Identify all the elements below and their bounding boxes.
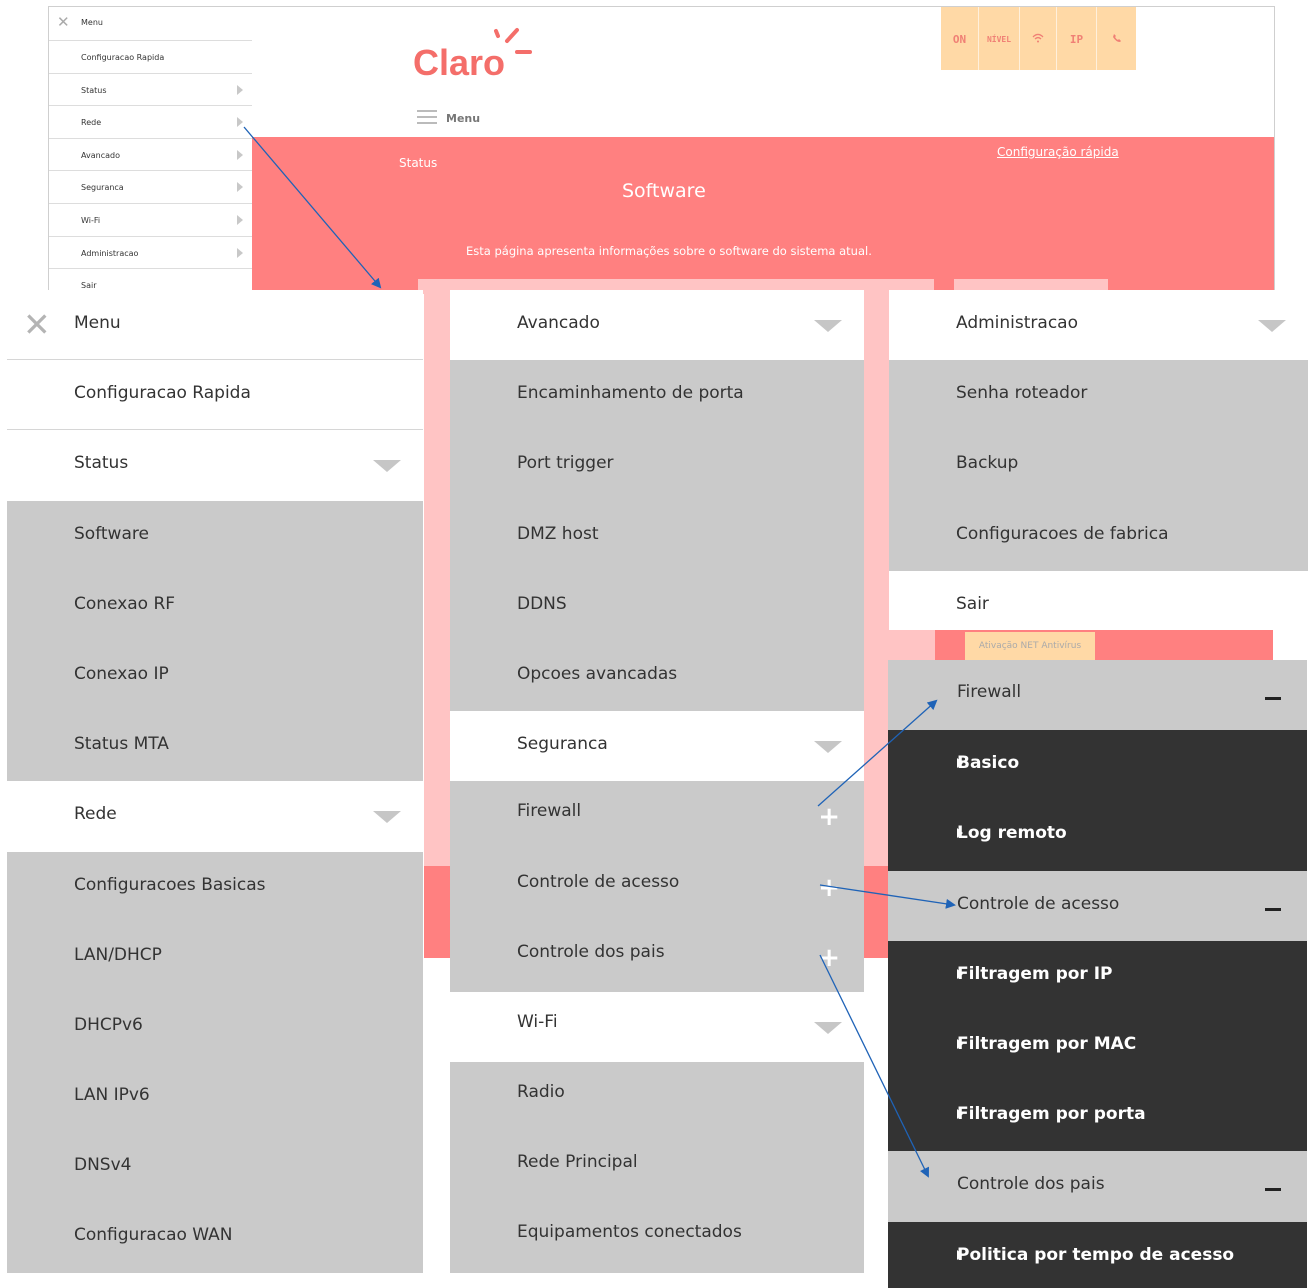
mini-menu-item-avancado[interactable]: Avancado: [49, 139, 252, 172]
plus-icon[interactable]: +: [818, 943, 840, 973]
menu-item-software[interactable]: Software: [7, 500, 423, 571]
menu-column-3: Administracao Senha roteador Backup Conf…: [889, 290, 1308, 630]
menu-item-sair[interactable]: Sair: [889, 570, 1308, 630]
menu-section-administracao[interactable]: Administracao: [889, 290, 1308, 361]
mini-menu-item-configuracao-rapida[interactable]: Configuracao Rapida: [49, 41, 252, 74]
breadcrumb[interactable]: Status: [399, 156, 437, 170]
hamburger-icon[interactable]: [417, 110, 437, 124]
menu-header: ✕ Menu: [7, 290, 423, 361]
chevron-right-icon: [237, 182, 243, 193]
page-description: Esta página apresenta informações sobre …: [466, 244, 872, 258]
menu-column-2: Avancado Encaminhamento de porta Port tr…: [450, 290, 864, 1273]
submenu-item-filtragem-por-mac[interactable]: Filtragem por MAC: [888, 1010, 1307, 1082]
menu-section-avancado[interactable]: Avancado: [450, 290, 864, 361]
submenu-item-filtragem-por-ip[interactable]: Filtragem por IP: [888, 940, 1307, 1011]
mini-menu-header: ✕ Menu: [49, 7, 252, 41]
security-submenu-expanded: Firewall Basico Log remoto Controle de a…: [888, 660, 1307, 1288]
menu-item-configuracao-rapida[interactable]: Configuracao Rapida: [7, 360, 423, 431]
mini-side-menu: ✕ Menu Configuracao Rapida Status Rede A…: [49, 7, 252, 294]
submenu-item-basico[interactable]: Basico: [888, 730, 1307, 801]
page-banner: Status Configuração rápida Software Esta…: [252, 137, 1274, 294]
plus-icon[interactable]: +: [818, 873, 840, 903]
menu-label[interactable]: Menu: [446, 112, 480, 125]
mini-menu-item-administracao[interactable]: Administracao: [49, 237, 252, 270]
chevron-down-icon: [814, 320, 842, 332]
menu-item-port-trigger[interactable]: Port trigger: [450, 430, 864, 501]
menu-item-rede-principal[interactable]: Rede Principal: [450, 1132, 864, 1203]
menu-item-backup[interactable]: Backup: [889, 430, 1308, 501]
plus-icon[interactable]: +: [818, 802, 840, 832]
menu-item-lan-dhcp[interactable]: LAN/DHCP: [7, 921, 423, 992]
chevron-right-icon: [237, 84, 243, 95]
menu-section-seguranca[interactable]: Seguranca: [450, 711, 864, 782]
menu-item-conexao-ip[interactable]: Conexao IP: [7, 640, 423, 712]
status-ip[interactable]: IP: [1057, 7, 1097, 70]
chevron-right-icon: [237, 149, 243, 160]
menu-item-equipamentos-conectados[interactable]: Equipamentos conectados: [450, 1202, 864, 1273]
wifi-icon[interactable]: [1020, 7, 1057, 70]
menu-section-wifi[interactable]: Wi-Fi: [450, 991, 864, 1063]
menu-item-dnsv4[interactable]: DNSv4: [7, 1132, 423, 1203]
status-on[interactable]: ON: [941, 7, 979, 70]
submenu-item-filtragem-por-porta[interactable]: Filtragem por porta: [888, 1081, 1307, 1152]
chevron-right-icon: [237, 247, 243, 258]
submenu-header-controle-de-acesso[interactable]: Controle de acesso: [888, 870, 1307, 941]
menu-item-configuracoes-de-fabrica[interactable]: Configuracoes de fabrica: [889, 500, 1308, 571]
menu-item-encaminhamento-de-porta[interactable]: Encaminhamento de porta: [450, 360, 864, 431]
menu-item-conexao-rf[interactable]: Conexao RF: [7, 570, 423, 641]
submenu-header-firewall[interactable]: Firewall: [888, 660, 1307, 731]
antivirus-button[interactable]: Ativação NET Antivírus: [965, 632, 1095, 660]
menu-item-dhcpv6[interactable]: DHCPv6: [7, 991, 423, 1063]
submenu-item-log-remoto[interactable]: Log remoto: [888, 800, 1307, 871]
status-nivel[interactable]: NÍVEL: [979, 7, 1020, 70]
chevron-down-icon: [814, 741, 842, 754]
mini-menu-item-rede[interactable]: Rede: [49, 106, 252, 139]
status-indicators: ON NÍVEL IP: [941, 7, 1136, 70]
submenu-item-politica-por-tempo[interactable]: Politica por tempo de acesso: [888, 1221, 1307, 1288]
menu-section-rede[interactable]: Rede: [7, 781, 423, 852]
close-icon[interactable]: ✕: [23, 308, 51, 341]
minus-icon[interactable]: [1265, 907, 1281, 911]
mini-menu-item-seguranca[interactable]: Seguranca: [49, 171, 252, 204]
menu-item-configuracoes-basicas[interactable]: Configuracoes Basicas: [7, 851, 423, 922]
menu-item-controle-dos-pais[interactable]: Controle dos pais +: [450, 921, 864, 992]
submenu-header-controle-dos-pais[interactable]: Controle dos pais: [888, 1151, 1307, 1222]
menu-title: Menu: [74, 313, 121, 333]
mini-menu-title: Menu: [81, 18, 103, 27]
close-icon[interactable]: ✕: [57, 14, 70, 30]
chevron-right-icon: [237, 214, 243, 225]
menu-item-lan-ipv6[interactable]: LAN IPv6: [7, 1062, 423, 1133]
menu-item-ddns[interactable]: DDNS: [450, 570, 864, 641]
phone-icon[interactable]: [1097, 7, 1136, 70]
chevron-down-icon: [814, 1021, 842, 1034]
menu-item-configuracao-wan[interactable]: Configuracao WAN: [7, 1202, 423, 1273]
quick-config-link[interactable]: Configuração rápida: [997, 145, 1119, 159]
menu-item-status-mta[interactable]: Status MTA: [7, 711, 423, 782]
logo-text: Claro: [413, 42, 505, 81]
page-title: Software: [622, 180, 706, 202]
mini-menu-item-status[interactable]: Status: [49, 74, 252, 107]
menu-column-1: ✕ Menu Configuracao Rapida Status Softwa…: [7, 290, 423, 1273]
menu-item-opcoes-avancadas[interactable]: Opcoes avancadas: [450, 640, 864, 712]
menu-item-senha-roteador[interactable]: Senha roteador: [889, 360, 1308, 431]
menu-item-firewall[interactable]: Firewall +: [450, 781, 864, 852]
minus-icon[interactable]: [1265, 1188, 1281, 1192]
mini-menu-item-wifi[interactable]: Wi-Fi: [49, 204, 252, 237]
claro-logo: Claro: [413, 28, 532, 81]
menu-item-controle-de-acesso[interactable]: Controle de acesso +: [450, 851, 864, 922]
menu-item-radio[interactable]: Radio: [450, 1062, 864, 1133]
menu-item-dmz-host[interactable]: DMZ host: [450, 500, 864, 571]
chevron-down-icon: [373, 460, 401, 473]
chevron-down-icon: [1258, 320, 1286, 332]
menu-section-status[interactable]: Status: [7, 430, 423, 501]
router-page-screenshot: ✕ Menu Configuracao Rapida Status Rede A…: [48, 6, 1275, 294]
chevron-down-icon: [373, 811, 401, 824]
minus-icon[interactable]: [1265, 697, 1281, 700]
chevron-right-icon: [237, 117, 243, 128]
